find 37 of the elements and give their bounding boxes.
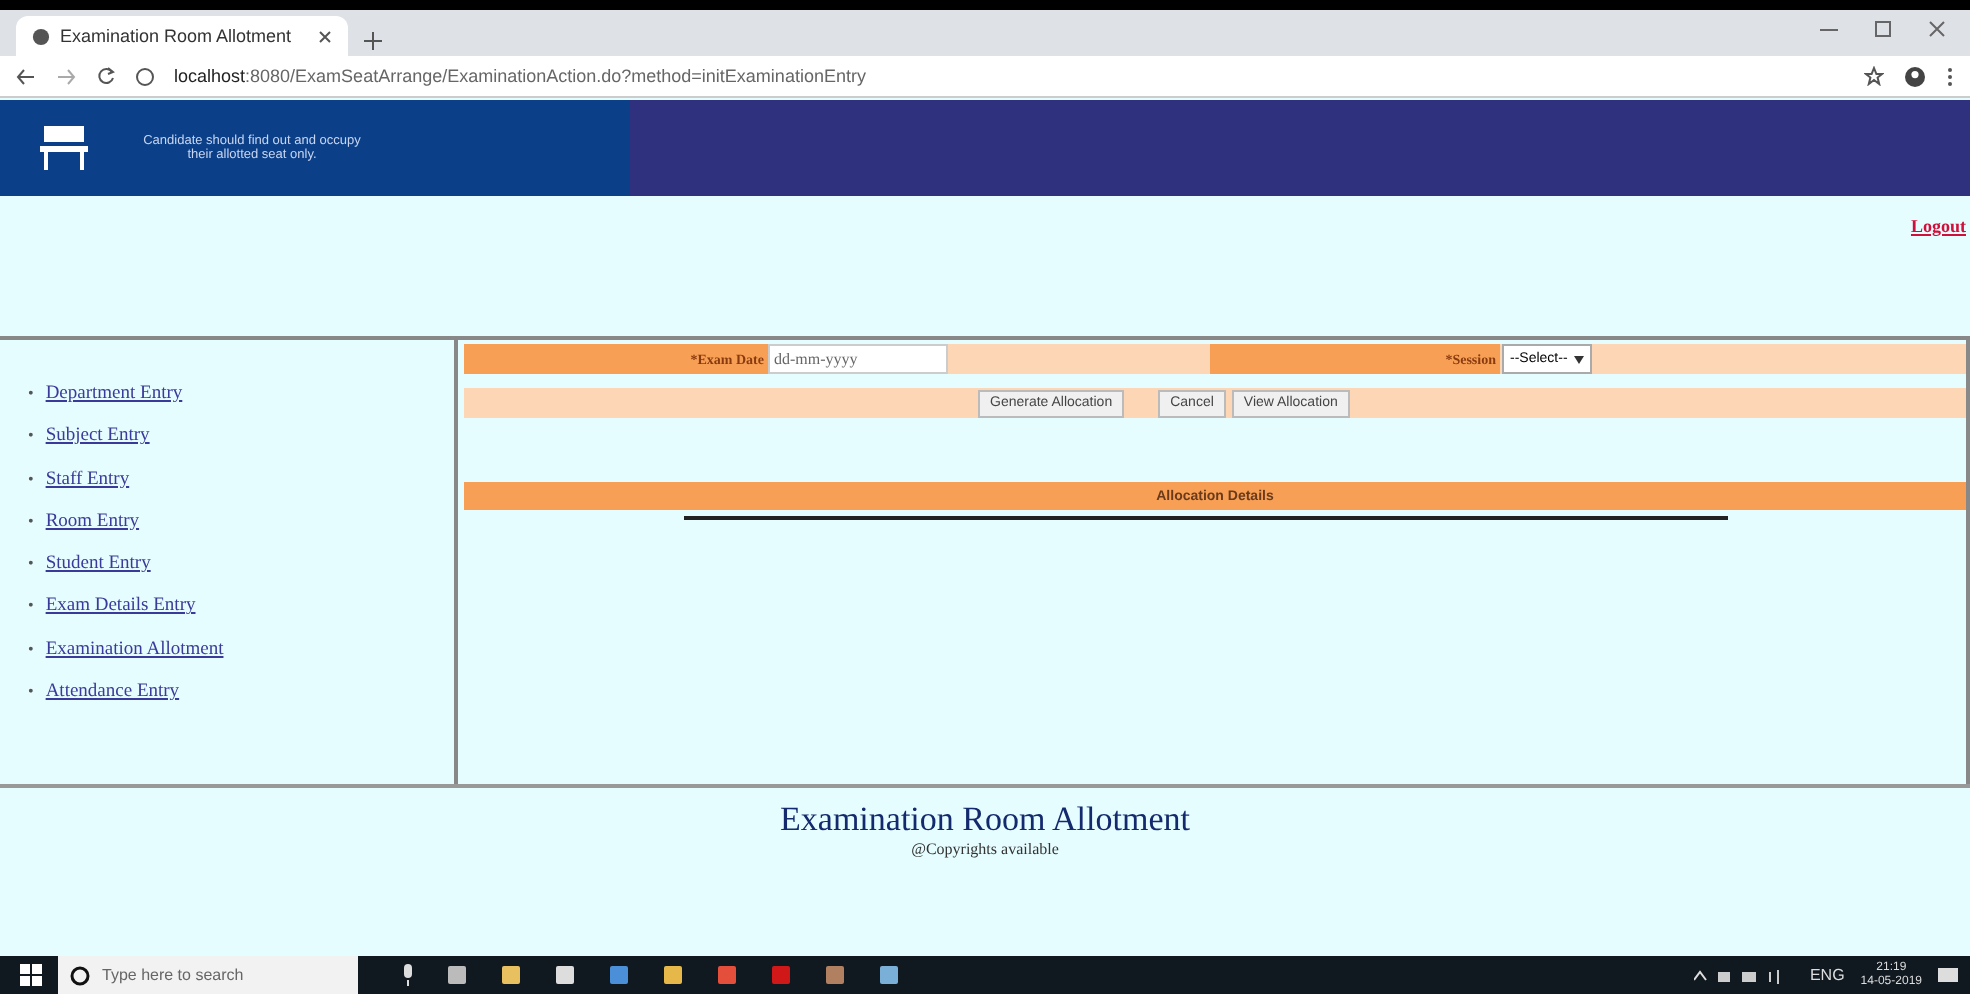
close-icon[interactable]	[318, 29, 332, 43]
language-indicator[interactable]: ENG	[1809, 966, 1845, 984]
bullet: •	[28, 469, 34, 488]
maximize-icon[interactable]	[1874, 19, 1892, 37]
bullet: •	[28, 511, 34, 530]
bullet: •	[28, 596, 34, 615]
logout-link[interactable]: Logout	[1910, 216, 1966, 240]
exam-date-field[interactable]: dd-mm-yyyy	[768, 344, 948, 374]
reload-icon[interactable]	[96, 66, 116, 86]
nav-link[interactable]: Examination Allotment	[45, 639, 224, 660]
bullet: •	[28, 426, 34, 445]
bullet: •	[28, 639, 34, 658]
nav-link[interactable]: Attendance Entry	[45, 682, 180, 703]
copyright-text: @Copyrights available	[911, 840, 1059, 858]
back-icon[interactable]	[16, 67, 36, 85]
nav-link[interactable]: Subject Entry	[45, 426, 150, 447]
nav-link[interactable]: Student Entry	[45, 554, 151, 575]
windows-icon[interactable]	[20, 964, 42, 986]
nav-link[interactable]: Staff Entry	[45, 469, 130, 490]
bullet: •	[28, 682, 34, 701]
bench-icon	[40, 126, 88, 170]
new-tab-icon[interactable]	[364, 32, 382, 50]
nav-link[interactable]: Exam Details Entry	[45, 596, 196, 617]
taskbar-search-field[interactable]: Type here to search	[58, 956, 358, 994]
star-icon[interactable]	[1864, 66, 1884, 86]
bullet: •	[28, 554, 34, 573]
search-icon	[70, 965, 90, 985]
menu-icon[interactable]	[1946, 65, 1954, 87]
nav-link[interactable]: Department Entry	[45, 384, 183, 404]
account-icon[interactable]	[1904, 65, 1926, 87]
microphone-icon[interactable]	[402, 964, 414, 986]
browser-tab[interactable]: Examination Room Allotment	[16, 16, 348, 56]
caret-icon	[1573, 355, 1584, 363]
close-icon[interactable]	[1928, 19, 1946, 37]
nav-link[interactable]: Room Entry	[45, 511, 140, 532]
bullet: •	[28, 384, 34, 402]
footer-title: Examination Room Allotment	[780, 800, 1190, 840]
